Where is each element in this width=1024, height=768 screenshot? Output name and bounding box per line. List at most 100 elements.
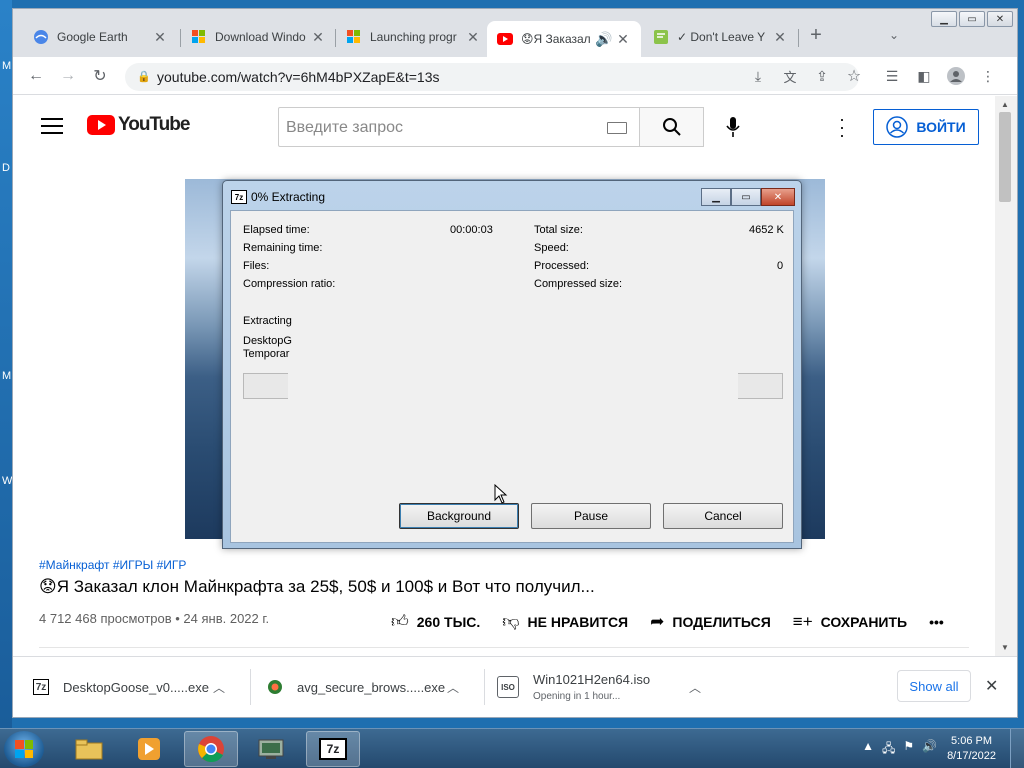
search-button[interactable] (640, 107, 704, 147)
speaker-icon[interactable]: 🔊 (595, 31, 612, 48)
reload-button[interactable]: ↻ (89, 65, 111, 87)
cancel-button[interactable]: Cancel (663, 503, 783, 529)
chevron-up-icon[interactable]: ︿ (689, 679, 701, 696)
dialog-title-bar: 7z 0% Extracting (231, 190, 325, 204)
share-icon[interactable]: ⇪ (811, 65, 833, 87)
page-scrollbar[interactable]: ▲ ▼ (995, 96, 1017, 656)
chevron-up-icon[interactable]: ︿ (447, 679, 459, 696)
minimize-button[interactable]: ▁ (701, 188, 731, 206)
scroll-down-icon[interactable]: ▼ (1001, 643, 1009, 652)
download-name: avg_secure_brows.....exe (297, 679, 446, 695)
network-icon[interactable]: 🖧 (882, 739, 895, 760)
maximize-button[interactable]: ▭ (959, 11, 985, 27)
minimize-button[interactable]: ▁ (931, 11, 957, 27)
like-button[interactable]: 👍︎ 260 ТЫС. (391, 611, 480, 632)
more-actions-button[interactable]: ••• (929, 614, 944, 630)
reading-list-icon[interactable]: ☰ (881, 65, 903, 87)
window-controls: ▁ ▭ ✕ (931, 11, 1013, 27)
close-tab-icon[interactable]: ✕ (152, 29, 168, 46)
system-tray: ▲ 🖧 ⚑ 🔊 5:06 PM 8/17/2022 (862, 729, 1024, 768)
desktop-icon-label: W (2, 475, 13, 487)
current-path-line: Temporar (243, 348, 290, 360)
show-desktop-button[interactable] (1010, 729, 1024, 768)
avg-icon (267, 679, 283, 695)
close-dialog-button[interactable]: ✕ (761, 188, 795, 206)
tab-youtube-active[interactable]: 😟Я Заказал 🔊 ✕ (487, 21, 641, 57)
dialog-window-controls: ▁ ▭ ✕ (701, 188, 795, 206)
tab-google-earth[interactable]: Google Earth ✕ (23, 21, 178, 53)
close-tab-icon[interactable]: ✕ (465, 29, 481, 46)
video-hashtags[interactable]: #Майнкрафт #ИГРЫ #ИГР (39, 558, 186, 572)
clock[interactable]: 5:06 PM 8/17/2022 (947, 734, 996, 764)
share-arrow-icon: ➦ (650, 611, 665, 631)
share-button[interactable]: ➦ ПОДЕЛИТЬСЯ (650, 612, 771, 632)
new-tab-button[interactable]: + (805, 24, 827, 46)
chrome-menu-icon[interactable]: ⋮ (977, 65, 999, 87)
save-button[interactable]: ≡+ СОХРАНИТЬ (793, 612, 907, 632)
7z-icon: 7z (231, 190, 247, 204)
maximize-button[interactable]: ▭ (731, 188, 761, 206)
tab-dont-leave[interactable]: ✓ Don't Leave Y ✕ (643, 21, 798, 53)
profile-icon[interactable] (945, 65, 967, 87)
background-button[interactable]: Background (399, 503, 519, 529)
tab-strip: Google Earth ✕ Download Windo ✕ Launchin… (13, 9, 1017, 57)
total-size-value: 4652 K (749, 224, 784, 236)
install-icon[interactable]: ⤓ (747, 65, 769, 87)
search-icon (662, 118, 681, 136)
microphone-icon[interactable] (720, 114, 746, 140)
search-input[interactable]: Введите запрос (278, 107, 640, 147)
processed-label: Processed: (534, 260, 590, 272)
volume-icon[interactable]: 🔊 (922, 739, 937, 760)
scroll-up-icon[interactable]: ▲ (1001, 100, 1009, 109)
tab-download-windows[interactable]: Download Windo ✕ (181, 21, 336, 53)
7z-icon: 7z (33, 679, 49, 695)
close-tab-icon[interactable]: ✕ (310, 29, 326, 46)
chevron-up-icon[interactable]: ︿ (213, 679, 225, 696)
dialog-body: Elapsed time: 00:00:03 Remaining time: F… (230, 210, 794, 543)
sign-in-label: ВОЙТИ (916, 119, 966, 135)
download-item[interactable]: ISO Win1021H2en64.iso Opening in 1 hour..… (497, 667, 701, 707)
keyboard-icon[interactable] (607, 122, 627, 134)
windows-taskbar: 7z ▲ 🖧 ⚑ 🔊 5:06 PM 8/17/2022 (0, 728, 1024, 768)
close-tab-icon[interactable]: ✕ (772, 29, 788, 46)
youtube-icon (497, 31, 513, 47)
close-tab-icon[interactable]: ✕ (615, 31, 631, 48)
media-player-taskbar-icon[interactable] (122, 731, 176, 767)
lock-icon: 🔒 (137, 71, 151, 83)
close-window-button[interactable]: ✕ (987, 11, 1013, 27)
google-earth-icon (33, 29, 49, 45)
tab-search-chevron-icon[interactable]: ⌄ (883, 24, 905, 46)
youtube-logo[interactable]: YouTube (87, 114, 190, 136)
tab-title: Launching progr (370, 30, 457, 44)
playlist-add-icon: ≡+ (792, 611, 813, 631)
hamburger-menu-icon[interactable] (41, 118, 63, 139)
pause-button[interactable]: Pause (531, 503, 651, 529)
settings-menu-icon[interactable]: · · · (839, 110, 845, 144)
back-button[interactable]: ← (25, 65, 47, 87)
download-item[interactable]: 7z DesktopGoose_v0.....exe ︿ (33, 667, 225, 707)
youtube-play-icon (87, 115, 115, 135)
desktop-icon-label: M (2, 370, 12, 382)
translate-icon[interactable]: 文 (779, 65, 801, 87)
bookmark-star-icon[interactable]: ☆ (843, 65, 865, 87)
tab-launching-programs[interactable]: Launching progr ✕ (336, 21, 491, 53)
start-button[interactable] (4, 731, 44, 767)
operation-label: Extracting (243, 315, 292, 327)
tab-title: Google Earth (57, 30, 128, 44)
7zip-taskbar-icon[interactable]: 7z (306, 731, 360, 767)
dislike-button[interactable]: 👎︎ НЕ НРАВИТСЯ (502, 611, 628, 632)
explorer-taskbar-icon[interactable] (62, 731, 116, 767)
side-panel-icon[interactable]: ◧ (913, 65, 935, 87)
thumb-up-icon: 👍︎ (391, 612, 409, 631)
show-hidden-icons-icon[interactable]: ▲ (862, 739, 874, 760)
network-app-taskbar-icon[interactable] (244, 731, 298, 767)
scrollbar-thumb[interactable] (999, 112, 1011, 202)
download-item[interactable]: avg_secure_brows.....exe ︿ (267, 667, 459, 707)
action-center-flag-icon[interactable]: ⚑ (903, 739, 914, 760)
chrome-taskbar-icon[interactable] (184, 731, 238, 767)
forward-button[interactable]: → (57, 65, 79, 87)
tab-title: 😟Я Заказал (521, 32, 591, 46)
sign-in-button[interactable]: ВОЙТИ (873, 109, 979, 145)
close-shelf-icon[interactable]: ✕ (985, 676, 998, 696)
show-all-downloads-button[interactable]: Show all (897, 670, 971, 702)
